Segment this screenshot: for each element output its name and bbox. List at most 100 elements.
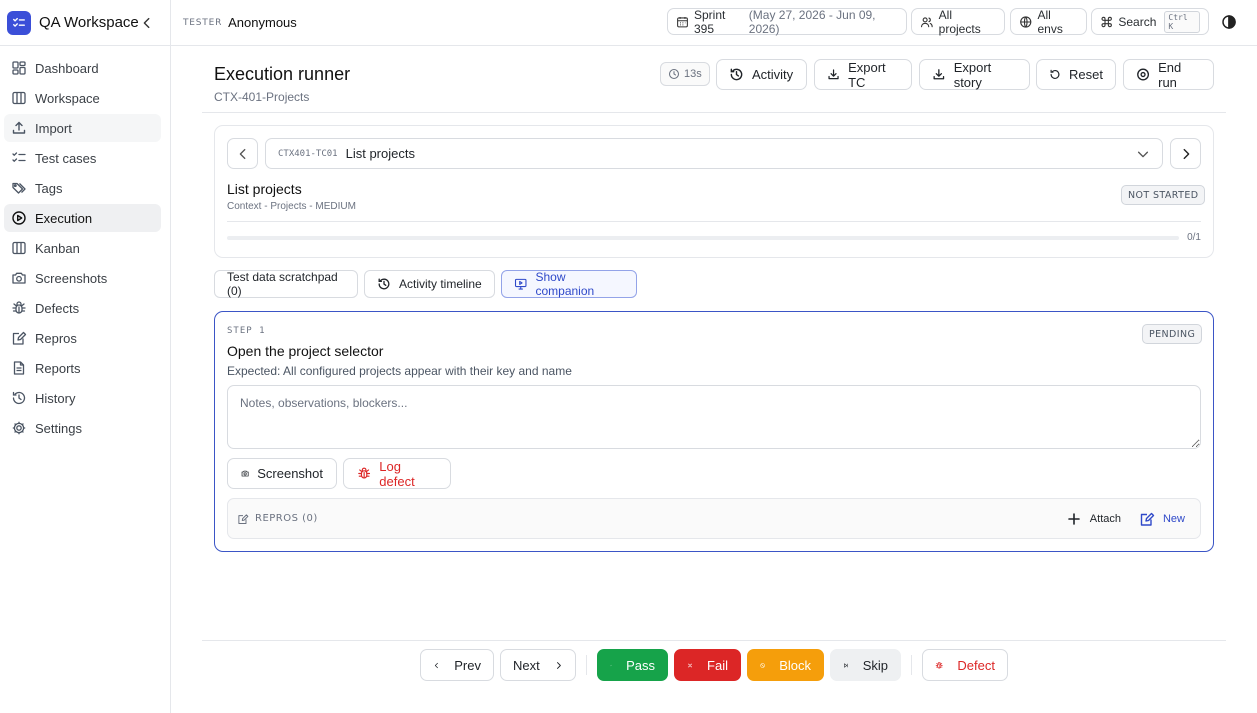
sidebar-item-history[interactable]: History (4, 384, 161, 412)
check-icon (610, 664, 612, 666)
history-icon (12, 391, 26, 405)
reset-button[interactable]: Reset (1036, 59, 1116, 90)
gear-icon (12, 421, 26, 435)
test-case-select[interactable]: CTX401-TC01 List projects (265, 138, 1163, 169)
sidebar-item-settings[interactable]: Settings (4, 414, 161, 442)
pass-button[interactable]: Pass (597, 649, 668, 681)
tags-icon (12, 182, 26, 194)
checklist-icon (12, 152, 26, 163)
projects-selector[interactable]: All projects (911, 8, 1005, 36)
theme-toggle-icon[interactable] (1221, 14, 1237, 30)
sidebar-item-screenshots[interactable]: Screenshots (4, 264, 161, 292)
attach-repro-button[interactable]: Attach (1066, 511, 1121, 527)
end-run-button[interactable]: End run (1123, 59, 1214, 90)
sprint-selector[interactable]: Sprint 395 (May 27, 2026 - Jun 09, 2026) (667, 7, 907, 36)
prev-step-button[interactable]: Prev (420, 649, 494, 681)
timer-value: 13s (684, 68, 702, 80)
bottom-divider (202, 640, 1226, 641)
sidebar-item-label: Screenshots (35, 270, 108, 286)
status-badge: NOT STARTED (1121, 185, 1206, 205)
history-icon (730, 68, 743, 81)
app-logo-icon (7, 10, 31, 35)
edit-note-icon (238, 513, 249, 524)
edit-note-icon (12, 331, 27, 345)
upload-icon (12, 121, 26, 134)
sidebar-item-import[interactable]: Import (4, 114, 161, 142)
download-icon (933, 69, 945, 80)
sidebar-item-kanban[interactable]: Kanban (4, 234, 161, 262)
sidebar-item-label: Import (35, 120, 72, 136)
tester-info: TESTER Anonymous (183, 15, 297, 30)
scratchpad-button[interactable]: Test data scratchpad (0) (214, 270, 358, 298)
block-button[interactable]: Block (747, 649, 824, 681)
bug-icon (358, 467, 371, 479)
sprint-name: Sprint 395 (694, 7, 726, 36)
step-card: STEP 1 Open the project selector Expecte… (214, 311, 1214, 552)
defect-label: Defect (957, 657, 995, 673)
sidebar-item-repros[interactable]: Repros (4, 324, 161, 352)
sidebar-item-label: Defects (35, 300, 80, 316)
show-companion-button[interactable]: Show companion (501, 270, 637, 298)
envs-selector[interactable]: All envs (1010, 8, 1087, 36)
test-case-title: List projects (227, 181, 302, 197)
bottom-separator (586, 655, 587, 675)
step-label: STEP 1 (227, 326, 266, 336)
activity-button[interactable]: Activity (716, 59, 807, 90)
activity-timeline-button[interactable]: Activity timeline (364, 270, 495, 298)
sidebar-item-label: Workspace (35, 90, 100, 106)
sidebar-item-test-cases[interactable]: Test cases (4, 144, 161, 172)
sidebar-item-label: Test cases (35, 150, 97, 166)
globe-icon (1020, 15, 1032, 28)
history-icon (378, 278, 390, 290)
test-case-card: CTX401-TC01 List projects List projects … (214, 125, 1214, 258)
command-icon (1101, 16, 1112, 27)
bottom-separator (911, 655, 912, 675)
sidebar-item-workspace[interactable]: Workspace (4, 84, 161, 112)
sidebar-item-label: History (35, 390, 76, 406)
fail-label: Fail (707, 657, 728, 673)
stop-circle-icon (1137, 68, 1150, 81)
play-circle-icon (12, 211, 26, 225)
export-tc-label: Export TC (848, 59, 886, 90)
fail-button[interactable]: Fail (674, 649, 741, 681)
notes-textarea[interactable] (227, 385, 1201, 449)
calendar-icon (677, 16, 688, 27)
defect-button[interactable]: Defect (922, 649, 1008, 681)
sidebar-item-label: Reports (35, 360, 81, 376)
sidebar-item-label: Dashboard (35, 60, 99, 76)
export-tc-button[interactable]: Export TC (814, 59, 912, 90)
log-defect-button[interactable]: Log defect (343, 458, 451, 489)
repros-label: REPROS (0) (255, 513, 318, 524)
new-repro-button[interactable]: New (1139, 511, 1185, 527)
screenshot-button[interactable]: Screenshot (227, 458, 337, 489)
page-title: Execution runner (214, 64, 351, 84)
sidebar-item-label: Repros (35, 330, 77, 346)
prev-label: Prev (454, 657, 481, 673)
test-case-select-name: List projects (345, 146, 415, 161)
search-button[interactable]: Search Ctrl K (1091, 8, 1209, 35)
sidebar-item-reports[interactable]: Reports (4, 354, 161, 382)
sidebar-item-label: Execution (35, 210, 93, 226)
repros-actions: Attach New (1048, 511, 1191, 527)
next-test-case-button[interactable] (1170, 138, 1201, 169)
export-story-button[interactable]: Export story (919, 59, 1030, 90)
sidebar: QA Workspace Dashboard Workspace Import … (0, 0, 171, 713)
bug-icon (12, 301, 26, 314)
collapse-sidebar-icon[interactable] (140, 16, 154, 30)
app-title: QA Workspace (39, 14, 139, 31)
pass-label: Pass (626, 657, 655, 673)
step-status-badge: PENDING (1142, 324, 1203, 344)
reset-label: Reset (1069, 67, 1103, 82)
next-step-button[interactable]: Next (500, 649, 576, 681)
sidebar-item-tags[interactable]: Tags (4, 174, 161, 202)
sidebar-item-execution[interactable]: Execution (4, 204, 161, 232)
columns-icon (12, 91, 26, 105)
sidebar-item-defects[interactable]: Defects (4, 294, 161, 322)
brand: QA Workspace (0, 0, 170, 46)
sidebar-item-dashboard[interactable]: Dashboard (4, 54, 161, 82)
skip-button[interactable]: Skip (830, 649, 901, 681)
chevron-left-icon (434, 662, 438, 668)
bug-icon (935, 661, 943, 668)
activity-timeline-label: Activity timeline (399, 277, 482, 291)
prev-test-case-button[interactable] (227, 138, 258, 169)
